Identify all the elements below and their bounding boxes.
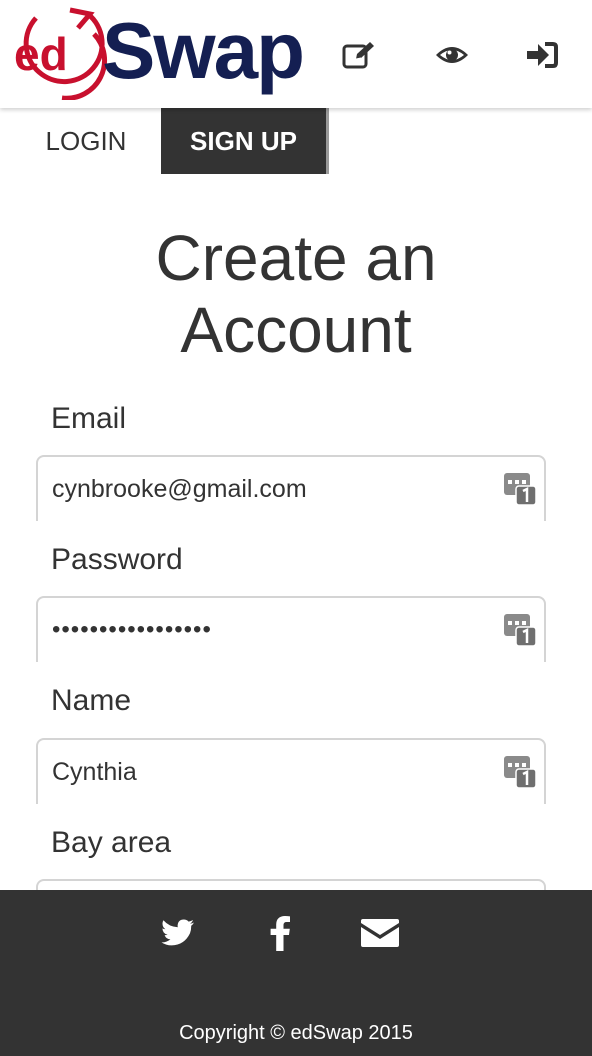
facebook-icon-graphic — [270, 916, 290, 951]
password-input[interactable] — [52, 610, 492, 650]
email-input[interactable] — [52, 469, 492, 509]
password-label: Password — [51, 543, 183, 576]
email-field — [36, 455, 546, 521]
logo-text-ed: ed — [14, 28, 68, 80]
edswap-logo[interactable]: ed Swap — [10, 4, 320, 100]
twitter-icon-graphic — [161, 919, 194, 946]
twitter-icon[interactable] — [157, 914, 199, 952]
logo-text-swap: Swap — [102, 6, 303, 95]
name-label: Name — [51, 684, 132, 717]
password-field — [36, 596, 546, 662]
edit-icon-graphic — [342, 42, 374, 69]
header: ed Swap — [0, 0, 592, 108]
auth-tabs: LOGIN SIGN UP — [0, 108, 592, 174]
mail-icon[interactable] — [359, 914, 401, 952]
edit-icon[interactable] — [341, 38, 377, 72]
logo-arrow — [69, 7, 95, 30]
sign-in-icon[interactable] — [524, 38, 560, 72]
name-input[interactable] — [52, 752, 492, 792]
eye-icon-graphic — [436, 47, 468, 63]
keyboard-autofill-icon[interactable] — [504, 754, 536, 788]
logo-graphic: ed Swap — [14, 6, 305, 100]
bay-area-label: Bay area — [51, 826, 172, 859]
logo-arc-right — [61, 32, 108, 100]
tab-login[interactable]: LOGIN — [16, 108, 156, 174]
name-field — [36, 738, 546, 804]
footer: Copyright © edSwap 2015 — [0, 890, 592, 1056]
page-title-line2: Account — [180, 294, 412, 366]
page-title-line1: Create an — [155, 222, 437, 294]
keyboard-autofill-icon[interactable] — [504, 471, 536, 505]
tab-sign-up[interactable]: SIGN UP — [161, 108, 329, 174]
email-label: Email — [51, 402, 127, 435]
app: ed Swap LOGIN SIGN UP Create an Account … — [0, 0, 592, 1056]
page-title: Create an Account — [0, 222, 592, 366]
eye-icon[interactable] — [434, 38, 470, 72]
mail-icon-graphic — [361, 919, 399, 947]
facebook-icon[interactable] — [259, 914, 301, 952]
copyright-text: Copyright © edSwap 2015 — [179, 1022, 413, 1044]
keyboard-autofill-icon[interactable] — [504, 612, 536, 646]
sign-in-icon-graphic — [527, 42, 558, 68]
